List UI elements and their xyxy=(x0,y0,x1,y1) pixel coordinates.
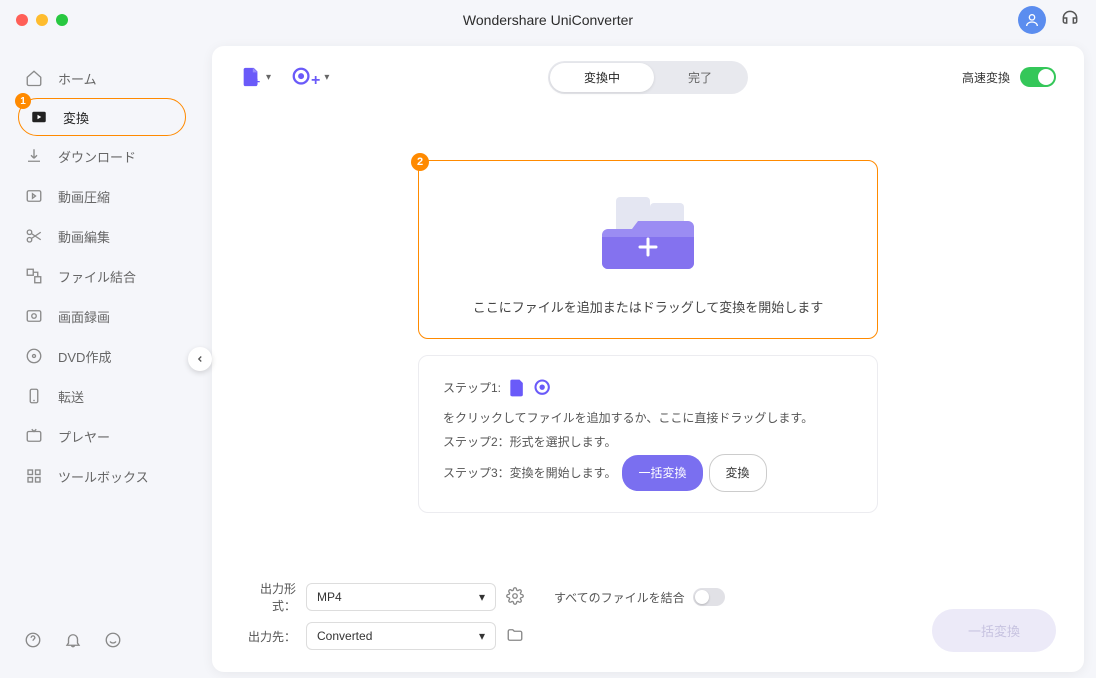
sidebar-item-dvd[interactable]: DVD作成 xyxy=(0,336,200,376)
open-folder-icon[interactable] xyxy=(506,626,524,647)
maximize-window-button[interactable] xyxy=(56,14,68,26)
titlebar: Wondershare UniConverter xyxy=(0,0,1096,40)
compress-icon xyxy=(24,186,44,206)
sidebar-item-download[interactable]: ダウンロード xyxy=(0,136,200,176)
sidebar-item-edit[interactable]: 動画編集 xyxy=(0,216,200,256)
close-window-button[interactable] xyxy=(16,14,28,26)
folder-illustration xyxy=(439,189,857,279)
main-panel: + ▾ + ▾ 変換中 完了 高速変換 2 xyxy=(212,46,1084,672)
sidebar-item-label: ツールボックス xyxy=(58,467,149,486)
app-title: Wondershare UniConverter xyxy=(463,12,633,28)
step-badge: 1 xyxy=(15,93,31,109)
sidebar-item-compress[interactable]: 動画圧縮 xyxy=(0,176,200,216)
sidebar-item-label: DVD作成 xyxy=(58,347,111,366)
chevron-down-icon: ▾ xyxy=(479,629,485,643)
sidebar-item-transfer[interactable]: 転送 xyxy=(0,376,200,416)
support-icon[interactable] xyxy=(1060,8,1080,33)
output-format-label: 出力形式： xyxy=(240,580,296,614)
chevron-down-icon: ▾ xyxy=(266,72,271,83)
sidebar-item-label: ダウンロード xyxy=(58,147,136,166)
window-controls xyxy=(16,14,68,26)
sidebar-item-label: プレヤー xyxy=(58,427,110,446)
account-avatar[interactable] xyxy=(1018,6,1046,34)
toolbar: + ▾ + ▾ 変換中 完了 高速変換 xyxy=(240,64,1056,90)
sidebar-item-merge[interactable]: ファイル結合 xyxy=(0,256,200,296)
output-dest-label: 出力先： xyxy=(240,628,296,645)
phone-icon xyxy=(24,386,44,406)
dropzone[interactable]: 2 ここにファイルを追加またはドラッグして変換を開始します xyxy=(418,160,878,339)
convert-pill[interactable]: 変換 xyxy=(709,454,767,492)
sidebar-item-label: 画面録画 xyxy=(58,307,110,326)
status-tabs: 変換中 完了 xyxy=(548,61,748,94)
svg-text:+: + xyxy=(254,76,260,88)
add-file-icon xyxy=(507,378,527,398)
chevron-down-icon: ▾ xyxy=(479,590,485,604)
merge-icon xyxy=(24,266,44,286)
feedback-icon[interactable] xyxy=(104,631,122,654)
sidebar-item-convert[interactable]: 1 変換 xyxy=(18,98,186,136)
sidebar-item-label: 動画編集 xyxy=(58,227,110,246)
add-file-button[interactable]: + ▾ xyxy=(240,64,271,90)
steps-panel: ステップ1: をクリックしてファイルを追加するか、ここに直接ドラッグします。 ス… xyxy=(418,355,878,513)
output-dest-select[interactable]: Converted ▾ xyxy=(306,622,496,650)
sidebar-item-home[interactable]: ホーム xyxy=(0,58,200,98)
output-dest-value: Converted xyxy=(317,629,372,643)
add-disc-button[interactable]: + ▾ xyxy=(291,64,329,90)
step3-prefix: ステップ3：変換を開始します。 xyxy=(443,461,616,485)
tab-converting[interactable]: 変換中 xyxy=(550,63,654,92)
notifications-icon[interactable] xyxy=(64,631,82,654)
home-icon xyxy=(24,68,44,88)
step2-text: ステップ2：形式を選択します。 xyxy=(443,430,853,454)
step-badge: 2 xyxy=(411,153,429,171)
output-format-select[interactable]: MP4 ▾ xyxy=(306,583,496,611)
high-speed-label: 高速変換 xyxy=(962,69,1010,86)
high-speed-toggle[interactable] xyxy=(1020,67,1056,87)
footer: 出力形式： MP4 ▾ すべてのファイルを結合 出力先： Converted ▾ xyxy=(240,574,1056,658)
step1-suffix: をクリックしてファイルを追加するか、ここに直接ドラッグします。 xyxy=(443,406,813,430)
sidebar-item-record[interactable]: 画面録画 xyxy=(0,296,200,336)
sidebar-item-label: 転送 xyxy=(58,387,84,406)
record-icon xyxy=(24,306,44,326)
sidebar: ホーム 1 変換 ダウンロード 動画圧縮 動画編集 ファイル結合 画面録画 xyxy=(0,40,200,678)
scissors-icon xyxy=(24,226,44,246)
help-icon[interactable] xyxy=(24,631,42,654)
sidebar-item-label: ファイル結合 xyxy=(58,267,136,286)
convert-icon xyxy=(29,107,49,127)
tv-icon xyxy=(24,426,44,446)
sidebar-item-toolbox[interactable]: ツールボックス xyxy=(0,456,200,496)
sidebar-collapse-button[interactable] xyxy=(188,347,212,371)
settings-icon[interactable] xyxy=(506,587,524,608)
dropzone-text: ここにファイルを追加またはドラッグして変換を開始します xyxy=(439,297,857,316)
tab-completed[interactable]: 完了 xyxy=(654,63,746,92)
sidebar-item-player[interactable]: プレヤー xyxy=(0,416,200,456)
grid-icon xyxy=(24,466,44,486)
disc-icon xyxy=(24,346,44,366)
batch-convert-button[interactable]: 一括変換 xyxy=(932,609,1056,652)
merge-all-toggle[interactable] xyxy=(693,588,725,606)
download-icon xyxy=(24,146,44,166)
sidebar-item-label: ホーム xyxy=(58,69,97,88)
batch-convert-pill[interactable]: 一括変換 xyxy=(622,455,702,491)
minimize-window-button[interactable] xyxy=(36,14,48,26)
merge-all-label: すべてのファイルを結合 xyxy=(554,589,685,606)
sidebar-item-label: 動画圧縮 xyxy=(58,187,110,206)
add-disc-icon xyxy=(533,378,553,398)
output-format-value: MP4 xyxy=(317,590,342,604)
step1-prefix: ステップ1: xyxy=(443,376,501,400)
sidebar-item-label: 変換 xyxy=(63,108,89,127)
chevron-down-icon: ▾ xyxy=(324,72,329,83)
